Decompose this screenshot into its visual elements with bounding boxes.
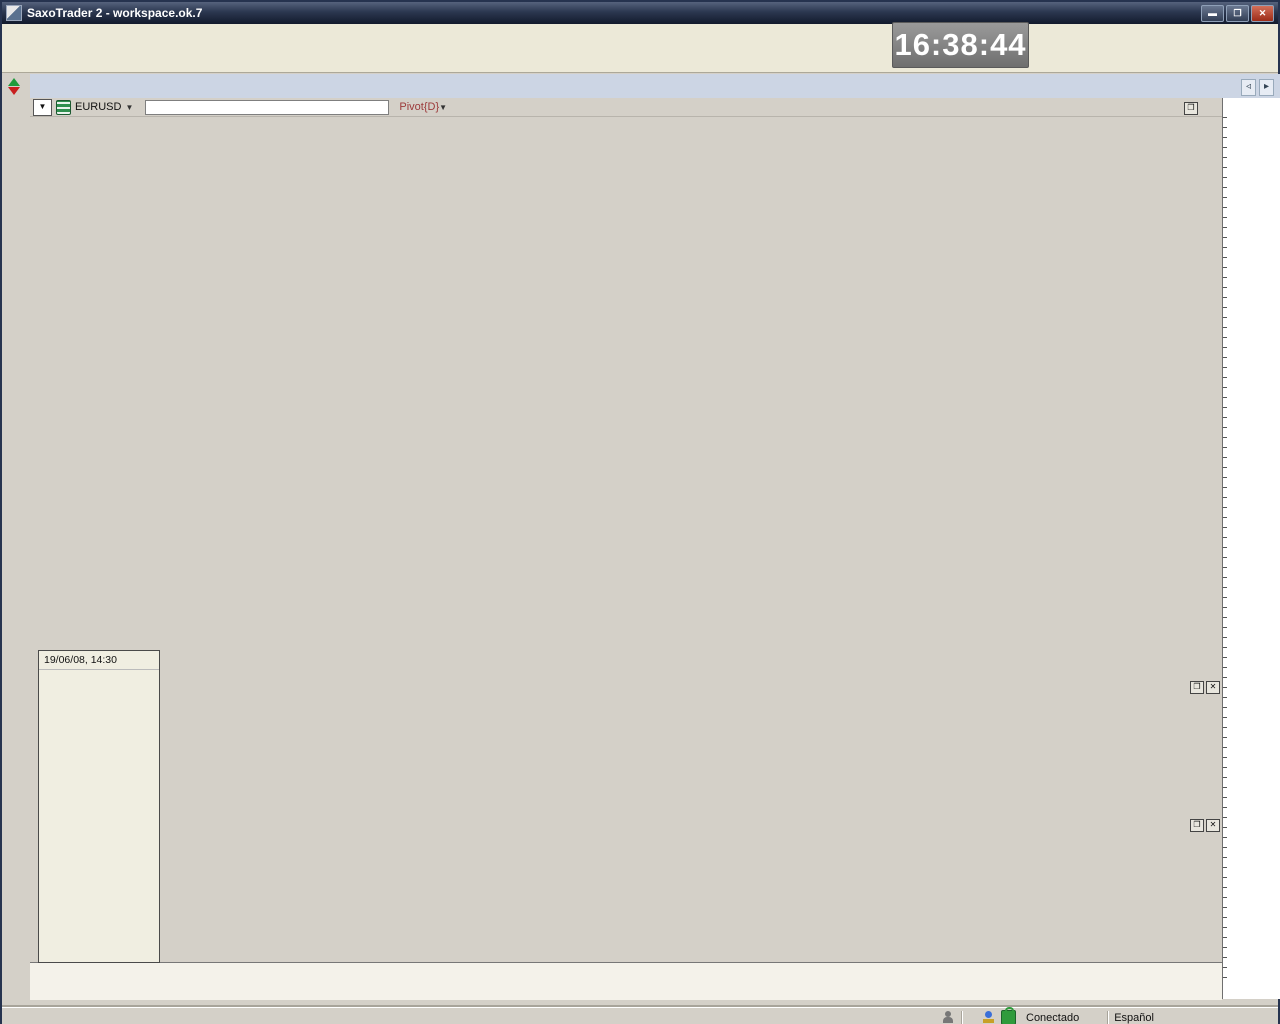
instrument-icon: [56, 100, 71, 115]
status-bar: Conectado Español: [2, 1007, 1278, 1024]
tooltip-timestamp: 19/06/08, 14:30: [39, 651, 159, 670]
left-sidebar: [2, 74, 30, 999]
data-tooltip-panel: 19/06/08, 14:30: [38, 650, 160, 963]
chart-header: ▼ EURUSD ▼ Pivot{D}▼ ❐: [30, 98, 1222, 117]
time-axis: [30, 962, 1222, 1000]
instrument-label[interactable]: EURUSD: [75, 101, 121, 113]
price-axis: [1222, 98, 1280, 999]
tab-scroll-left-icon[interactable]: ◃: [1241, 79, 1256, 96]
lock-icon: [1001, 1010, 1016, 1024]
rsi-close-icon[interactable]: ✕: [1206, 681, 1220, 694]
price-chart-canvas[interactable]: [30, 117, 1222, 962]
cci-close-icon[interactable]: ✕: [1206, 819, 1220, 832]
chart-dropdown-button[interactable]: ▼: [33, 99, 52, 116]
chart-maximize-icon[interactable]: ❐: [1184, 102, 1198, 115]
restore-button[interactable]: ❐: [1226, 5, 1249, 22]
pivot-indicator-label[interactable]: Pivot{D}▼: [399, 101, 447, 113]
user-icon: [942, 1011, 955, 1024]
chart-search-input[interactable]: [145, 100, 389, 115]
application-window: SaxoTrader 2 - workspace.ok.7 ▬ ❐ ✕ 16:3…: [0, 0, 1280, 1024]
rsi-maximize-icon[interactable]: ❐: [1190, 681, 1204, 694]
language-indicator[interactable]: Español: [1114, 1012, 1154, 1024]
cci-maximize-icon[interactable]: ❐: [1190, 819, 1204, 832]
clock: 16:38:44: [892, 22, 1029, 68]
instrument-caret-icon[interactable]: ▼: [125, 103, 133, 112]
close-button[interactable]: ✕: [1251, 5, 1274, 22]
network-icon: [982, 1011, 995, 1024]
tab-scroll-right-icon[interactable]: ▸: [1259, 79, 1274, 96]
app-icon: [6, 5, 22, 21]
toolbar: [2, 46, 1278, 73]
menu-bar: [2, 24, 1278, 47]
connection-status: Conectado: [1026, 1012, 1079, 1024]
document-tabs: [30, 74, 1280, 98]
title-bar: SaxoTrader 2 - workspace.ok.7 ▬ ❐ ✕: [2, 2, 1278, 24]
minimize-button[interactable]: ▬: [1201, 5, 1224, 22]
window-title: SaxoTrader 2 - workspace.ok.7: [27, 6, 202, 20]
